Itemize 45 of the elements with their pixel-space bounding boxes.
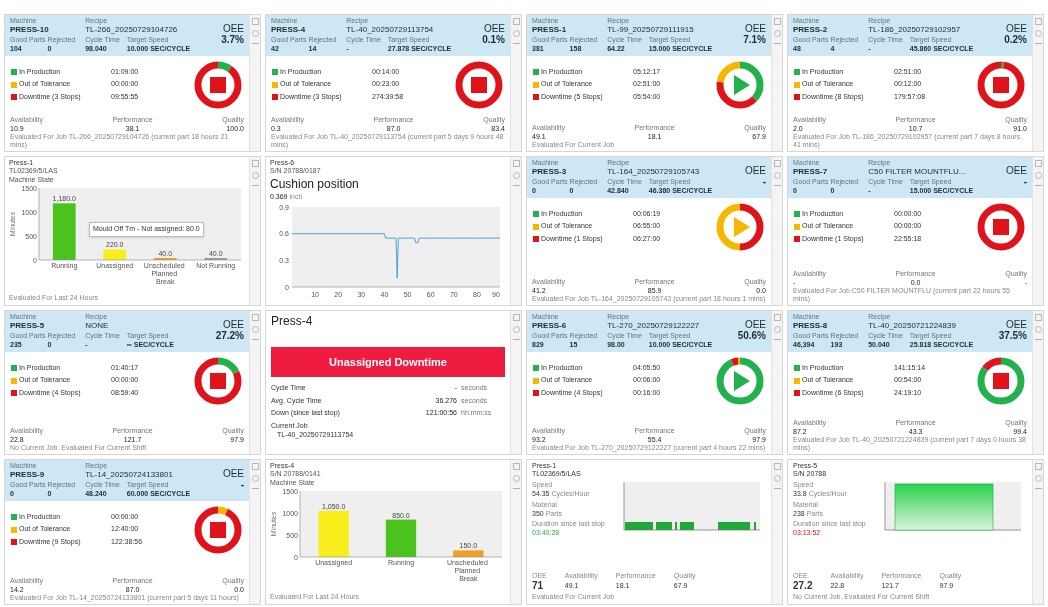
machine-name: PRESS-9 — [10, 470, 46, 480]
metric-value: 71 — [532, 579, 545, 591]
chart-title: Cushion position — [270, 177, 360, 192]
recipe-name: TL-186_20250729102957 — [868, 25, 962, 35]
oee-label: OEE — [1004, 165, 1027, 176]
oee-label: OEE — [221, 468, 244, 479]
oee-value: 7.1% — [742, 34, 766, 46]
machine-name: PRESS-10 — [10, 25, 50, 35]
recipe-name: TL-164_20250729105743 — [607, 167, 701, 177]
oee-label: OEE — [743, 165, 766, 176]
oee-label: OEE — [743, 23, 766, 34]
oee-value: 3.7% — [220, 34, 244, 46]
status-banner: Unassigned Downtime — [271, 347, 505, 377]
machine-name: PRESS-2 — [793, 25, 829, 35]
machine-name: PRESS-8 — [793, 321, 829, 331]
recipe-name: TL-14_20250724133801 — [85, 470, 174, 480]
machine-name: PRESS-7 — [793, 167, 829, 177]
recipe-name: TL-40_20250729113754 — [346, 25, 435, 35]
oee-value: 0.2% — [1003, 34, 1027, 46]
oee-value: - — [761, 176, 766, 188]
oee-label: OEE — [482, 23, 505, 34]
recipe-name: TL-266_20250729104726 — [85, 25, 179, 35]
recipe-name: TL-40_20250721224839 — [868, 321, 957, 331]
machine-name: PRESS-6 — [532, 321, 568, 331]
recipe-name: C50 FILTER MOUNTFLU... — [868, 167, 967, 177]
metric-value: 27.2 — [793, 579, 813, 591]
machine-name: PRESS-5 — [10, 321, 46, 331]
machine-name: PRESS-4 — [271, 25, 307, 35]
oee-label: OEE — [221, 319, 244, 330]
oee-value: 27.2% — [214, 330, 244, 342]
recipe-name: TL-99_20250729111915 — [607, 25, 695, 35]
oee-label: OEE — [743, 319, 766, 330]
machine-name: PRESS-1 — [532, 25, 568, 35]
recipe-name: TL-270_20250729122227 — [607, 321, 701, 331]
oee-value: - — [1022, 176, 1027, 188]
oee-value: 50.6% — [736, 330, 766, 342]
oee-label: OEE — [1004, 23, 1027, 34]
machine-name: PRESS-3 — [532, 167, 568, 177]
oee-value: 37.5% — [997, 330, 1027, 342]
card-title: Press-4 — [271, 314, 314, 329]
recipe-name: NONE — [85, 321, 110, 331]
oee-value: 0.1% — [481, 34, 505, 46]
oee-value: - — [239, 479, 244, 491]
oee-label: OEE — [221, 23, 244, 34]
oee-label: OEE — [1004, 319, 1027, 330]
